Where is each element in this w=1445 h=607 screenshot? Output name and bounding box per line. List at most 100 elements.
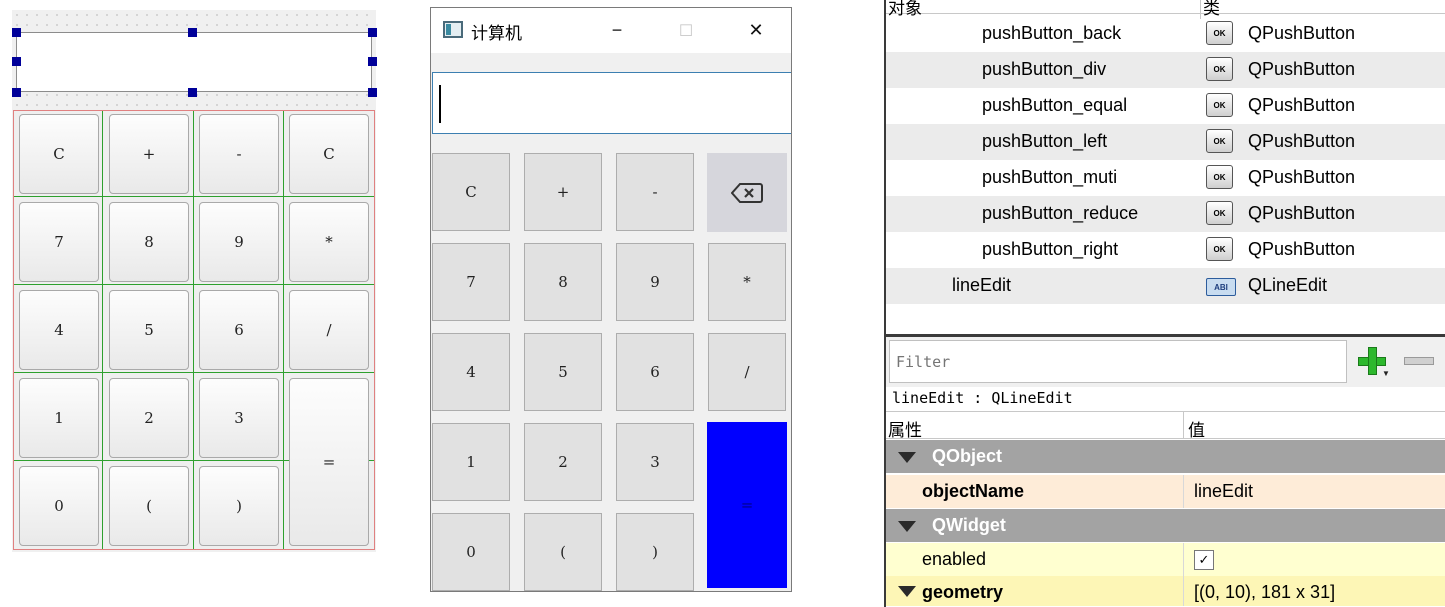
selected-object-label: lineEdit : QLineEdit	[892, 389, 1073, 407]
property-group-qwidget[interactable]: QWidget	[886, 509, 1445, 543]
designer-button-0[interactable]: 0	[19, 466, 99, 546]
object-row[interactable]: pushButton_left OK QPushButton	[886, 124, 1445, 160]
button-9[interactable]: 9	[616, 243, 694, 321]
button-4[interactable]: 4	[432, 333, 510, 411]
object-row[interactable]: pushButton_equal OK QPushButton	[886, 88, 1445, 124]
column-divider[interactable]	[1183, 412, 1184, 438]
button-left-paren[interactable]: (	[524, 513, 602, 591]
column-header-value[interactable]: 值	[1188, 416, 1205, 441]
button-equal[interactable]: =	[707, 422, 787, 588]
property-name: objectName	[922, 481, 1025, 501]
button-plus[interactable]: +	[524, 153, 602, 231]
collapse-triangle-icon[interactable]	[898, 452, 916, 463]
property-name: enabled	[922, 549, 987, 569]
object-row[interactable]: pushButton_muti OK QPushButton	[886, 160, 1445, 196]
selection-handle[interactable]	[188, 28, 197, 37]
designer-button-3[interactable]: 3	[199, 378, 279, 458]
backspace-icon	[731, 182, 763, 203]
column-divider	[1183, 475, 1184, 508]
button-3[interactable]: 3	[616, 423, 694, 501]
button-1[interactable]: 1	[432, 423, 510, 501]
button-5[interactable]: 5	[524, 333, 602, 411]
group-name: QObject	[932, 446, 1003, 466]
object-row[interactable]: lineEdit ABI QLineEdit	[886, 268, 1445, 304]
grid-line	[193, 111, 194, 549]
button-8[interactable]: 8	[524, 243, 602, 321]
object-tree-header: 对象 类	[886, 0, 1445, 19]
designer-button-6[interactable]: 6	[199, 290, 279, 370]
remove-property-button[interactable]	[1404, 357, 1434, 365]
expand-triangle-icon[interactable]	[898, 586, 916, 597]
property-value[interactable]: lineEdit	[1194, 481, 1253, 502]
window-titlebar[interactable]: 计算机 − ☐ ✕	[431, 8, 791, 53]
selection-handle[interactable]	[188, 88, 197, 97]
object-name: pushButton_reduce	[982, 203, 1139, 223]
object-name: pushButton_back	[982, 23, 1122, 43]
pushbutton-icon: OK	[1206, 165, 1233, 189]
button-right-paren[interactable]: )	[616, 513, 694, 591]
selection-handle[interactable]	[12, 88, 21, 97]
property-row-objectname[interactable]: objectName lineEdit	[886, 475, 1445, 509]
designer-button-divide[interactable]: /	[289, 290, 369, 370]
button-clear[interactable]: C	[432, 153, 510, 231]
display-line-edit[interactable]	[432, 72, 791, 134]
designer-button-minus[interactable]: -	[199, 114, 279, 194]
maximize-icon[interactable]: ☐	[663, 8, 709, 53]
selection-handle[interactable]	[368, 28, 377, 37]
designer-line-edit[interactable]	[16, 32, 372, 92]
selection-handle[interactable]	[368, 88, 377, 97]
designer-button-5[interactable]: 5	[109, 290, 189, 370]
button-2[interactable]: 2	[524, 423, 602, 501]
property-group-qobject[interactable]: QObject	[886, 440, 1445, 474]
designer-button-back[interactable]: C	[289, 114, 369, 194]
designer-button-4[interactable]: 4	[19, 290, 99, 370]
object-row[interactable]: pushButton_right OK QPushButton	[886, 232, 1445, 268]
designer-button-equal[interactable]: =	[289, 378, 369, 546]
button-minus[interactable]: -	[616, 153, 694, 231]
group-name: QWidget	[932, 515, 1006, 535]
designer-button-plus[interactable]: +	[109, 114, 189, 194]
window-title: 计算机	[471, 24, 522, 43]
designer-button-8[interactable]: 8	[109, 202, 189, 282]
object-name: lineEdit	[952, 275, 1012, 295]
designer-grid-layout[interactable]: C + - C 7 8 9 * 4 5 6 / 1 2 3 = 0 ( )	[13, 110, 375, 550]
collapse-triangle-icon[interactable]	[898, 521, 916, 532]
property-row-enabled[interactable]: enabled ✓	[886, 543, 1445, 577]
object-name: pushButton_equal	[982, 95, 1128, 115]
selection-handle[interactable]	[12, 28, 21, 37]
designer-button-clear[interactable]: C	[19, 114, 99, 194]
close-icon[interactable]: ✕	[733, 8, 779, 53]
selection-handle[interactable]	[368, 57, 377, 66]
designer-button-7[interactable]: 7	[19, 202, 99, 282]
button-divide[interactable]: /	[708, 333, 786, 411]
column-header-property[interactable]: 属性	[888, 416, 922, 441]
designer-button-multiply[interactable]: *	[289, 202, 369, 282]
grid-line	[14, 372, 374, 373]
selection-handle[interactable]	[12, 57, 21, 66]
object-name: pushButton_muti	[982, 167, 1118, 187]
minimize-icon[interactable]: −	[594, 8, 640, 53]
object-row[interactable]: pushButton_back OK QPushButton	[886, 16, 1445, 52]
filter-input[interactable]	[889, 340, 1347, 383]
button-7[interactable]: 7	[432, 243, 510, 321]
property-row-geometry[interactable]: geometry [(0, 10), 181 x 31]	[886, 576, 1445, 607]
button-multiply[interactable]: *	[708, 243, 786, 321]
designer-button-right-paren[interactable]: )	[199, 466, 279, 546]
add-property-button[interactable]: ▼	[1356, 345, 1390, 379]
button-6[interactable]: 6	[616, 333, 694, 411]
object-row[interactable]: pushButton_div OK QPushButton	[886, 52, 1445, 88]
designer-button-9[interactable]: 9	[199, 202, 279, 282]
designer-button-2[interactable]: 2	[109, 378, 189, 458]
column-divider	[1183, 576, 1184, 606]
enabled-checkbox[interactable]: ✓	[1194, 550, 1214, 570]
button-0[interactable]: 0	[432, 513, 510, 591]
designer-button-left-paren[interactable]: (	[109, 466, 189, 546]
object-row[interactable]: pushButton_reduce OK QPushButton	[886, 196, 1445, 232]
object-name: pushButton_left	[982, 131, 1108, 151]
property-value[interactable]: [(0, 10), 181 x 31]	[1194, 582, 1335, 603]
button-back[interactable]	[707, 153, 787, 232]
designer-canvas[interactable]: C + - C 7 8 9 * 4 5 6 / 1 2 3 = 0 ( )	[12, 10, 377, 552]
text-caret	[439, 85, 441, 123]
object-class: QPushButton	[1248, 59, 1356, 79]
designer-button-1[interactable]: 1	[19, 378, 99, 458]
